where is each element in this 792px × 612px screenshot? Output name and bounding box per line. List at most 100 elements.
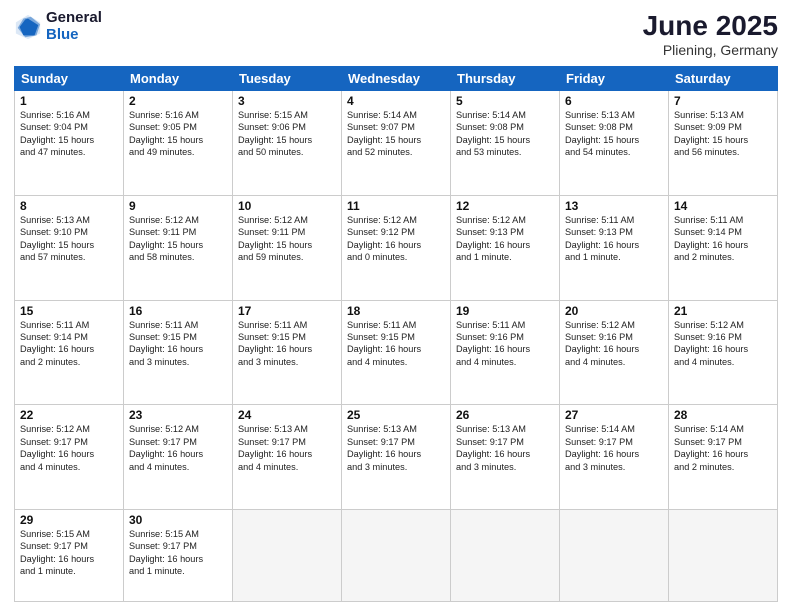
day-number: 4 <box>347 94 445 108</box>
day-number: 23 <box>129 408 227 422</box>
day-number: 16 <box>129 304 227 318</box>
day-info: Sunrise: 5:13 AM Sunset: 9:17 PM Dayligh… <box>456 423 554 473</box>
day-number: 1 <box>20 94 118 108</box>
day-info: Sunrise: 5:13 AM Sunset: 9:17 PM Dayligh… <box>238 423 336 473</box>
col-wednesday: Wednesday <box>342 67 451 91</box>
day-info: Sunrise: 5:15 AM Sunset: 9:06 PM Dayligh… <box>238 109 336 159</box>
day-number: 6 <box>565 94 663 108</box>
day-number: 17 <box>238 304 336 318</box>
day-info: Sunrise: 5:16 AM Sunset: 9:04 PM Dayligh… <box>20 109 118 159</box>
table-row: 15Sunrise: 5:11 AM Sunset: 9:14 PM Dayli… <box>15 300 124 405</box>
day-info: Sunrise: 5:12 AM Sunset: 9:11 PM Dayligh… <box>129 214 227 264</box>
day-info: Sunrise: 5:16 AM Sunset: 9:05 PM Dayligh… <box>129 109 227 159</box>
day-number: 15 <box>20 304 118 318</box>
table-row: 3Sunrise: 5:15 AM Sunset: 9:06 PM Daylig… <box>233 91 342 196</box>
table-row: 17Sunrise: 5:11 AM Sunset: 9:15 PM Dayli… <box>233 300 342 405</box>
table-row: 9Sunrise: 5:12 AM Sunset: 9:11 PM Daylig… <box>124 195 233 300</box>
table-row: 11Sunrise: 5:12 AM Sunset: 9:12 PM Dayli… <box>342 195 451 300</box>
day-number: 12 <box>456 199 554 213</box>
day-info: Sunrise: 5:14 AM Sunset: 9:17 PM Dayligh… <box>565 423 663 473</box>
page: General Blue June 2025 Pliening, Germany… <box>0 0 792 612</box>
table-row: 13Sunrise: 5:11 AM Sunset: 9:13 PM Dayli… <box>560 195 669 300</box>
calendar-title: June 2025 <box>643 10 778 42</box>
calendar-header-row: Sunday Monday Tuesday Wednesday Thursday… <box>15 67 778 91</box>
day-number: 13 <box>565 199 663 213</box>
col-saturday: Saturday <box>669 67 778 91</box>
logo-icon <box>14 13 42 41</box>
day-info: Sunrise: 5:11 AM Sunset: 9:14 PM Dayligh… <box>674 214 772 264</box>
day-number: 25 <box>347 408 445 422</box>
table-row: 20Sunrise: 5:12 AM Sunset: 9:16 PM Dayli… <box>560 300 669 405</box>
table-row: 1Sunrise: 5:16 AM Sunset: 9:04 PM Daylig… <box>15 91 124 196</box>
day-info: Sunrise: 5:11 AM Sunset: 9:15 PM Dayligh… <box>347 319 445 369</box>
table-row: 29Sunrise: 5:15 AM Sunset: 9:17 PM Dayli… <box>15 510 124 602</box>
table-row: 24Sunrise: 5:13 AM Sunset: 9:17 PM Dayli… <box>233 405 342 510</box>
day-info: Sunrise: 5:13 AM Sunset: 9:10 PM Dayligh… <box>20 214 118 264</box>
table-row <box>233 510 342 602</box>
title-block: June 2025 Pliening, Germany <box>643 10 778 58</box>
table-row: 8Sunrise: 5:13 AM Sunset: 9:10 PM Daylig… <box>15 195 124 300</box>
table-row: 18Sunrise: 5:11 AM Sunset: 9:15 PM Dayli… <box>342 300 451 405</box>
day-number: 8 <box>20 199 118 213</box>
day-info: Sunrise: 5:15 AM Sunset: 9:17 PM Dayligh… <box>20 528 118 578</box>
table-row: 10Sunrise: 5:12 AM Sunset: 9:11 PM Dayli… <box>233 195 342 300</box>
table-row <box>560 510 669 602</box>
day-info: Sunrise: 5:12 AM Sunset: 9:12 PM Dayligh… <box>347 214 445 264</box>
day-info: Sunrise: 5:12 AM Sunset: 9:16 PM Dayligh… <box>565 319 663 369</box>
logo-general: General <box>46 10 102 27</box>
table-row: 30Sunrise: 5:15 AM Sunset: 9:17 PM Dayli… <box>124 510 233 602</box>
day-info: Sunrise: 5:11 AM Sunset: 9:13 PM Dayligh… <box>565 214 663 264</box>
table-row: 23Sunrise: 5:12 AM Sunset: 9:17 PM Dayli… <box>124 405 233 510</box>
day-number: 11 <box>347 199 445 213</box>
table-row: 12Sunrise: 5:12 AM Sunset: 9:13 PM Dayli… <box>451 195 560 300</box>
table-row <box>342 510 451 602</box>
table-row: 16Sunrise: 5:11 AM Sunset: 9:15 PM Dayli… <box>124 300 233 405</box>
day-number: 2 <box>129 94 227 108</box>
day-number: 30 <box>129 513 227 527</box>
day-info: Sunrise: 5:11 AM Sunset: 9:14 PM Dayligh… <box>20 319 118 369</box>
calendar-table: Sunday Monday Tuesday Wednesday Thursday… <box>14 66 778 602</box>
day-info: Sunrise: 5:13 AM Sunset: 9:17 PM Dayligh… <box>347 423 445 473</box>
table-row: 6Sunrise: 5:13 AM Sunset: 9:08 PM Daylig… <box>560 91 669 196</box>
table-row: 25Sunrise: 5:13 AM Sunset: 9:17 PM Dayli… <box>342 405 451 510</box>
table-row: 4Sunrise: 5:14 AM Sunset: 9:07 PM Daylig… <box>342 91 451 196</box>
day-info: Sunrise: 5:11 AM Sunset: 9:15 PM Dayligh… <box>238 319 336 369</box>
day-info: Sunrise: 5:14 AM Sunset: 9:17 PM Dayligh… <box>674 423 772 473</box>
table-row: 5Sunrise: 5:14 AM Sunset: 9:08 PM Daylig… <box>451 91 560 196</box>
day-number: 19 <box>456 304 554 318</box>
day-info: Sunrise: 5:14 AM Sunset: 9:08 PM Dayligh… <box>456 109 554 159</box>
day-number: 26 <box>456 408 554 422</box>
day-number: 20 <box>565 304 663 318</box>
table-row <box>451 510 560 602</box>
day-number: 21 <box>674 304 772 318</box>
day-number: 7 <box>674 94 772 108</box>
day-info: Sunrise: 5:12 AM Sunset: 9:13 PM Dayligh… <box>456 214 554 264</box>
day-info: Sunrise: 5:12 AM Sunset: 9:11 PM Dayligh… <box>238 214 336 264</box>
logo: General Blue <box>14 10 102 43</box>
table-row: 28Sunrise: 5:14 AM Sunset: 9:17 PM Dayli… <box>669 405 778 510</box>
logo-text: General Blue <box>46 10 102 43</box>
day-info: Sunrise: 5:14 AM Sunset: 9:07 PM Dayligh… <box>347 109 445 159</box>
table-row: 14Sunrise: 5:11 AM Sunset: 9:14 PM Dayli… <box>669 195 778 300</box>
day-info: Sunrise: 5:11 AM Sunset: 9:16 PM Dayligh… <box>456 319 554 369</box>
col-monday: Monday <box>124 67 233 91</box>
col-tuesday: Tuesday <box>233 67 342 91</box>
logo-blue: Blue <box>46 27 102 44</box>
col-friday: Friday <box>560 67 669 91</box>
day-number: 22 <box>20 408 118 422</box>
table-row: 2Sunrise: 5:16 AM Sunset: 9:05 PM Daylig… <box>124 91 233 196</box>
day-number: 3 <box>238 94 336 108</box>
calendar-subtitle: Pliening, Germany <box>643 42 778 58</box>
table-row: 7Sunrise: 5:13 AM Sunset: 9:09 PM Daylig… <box>669 91 778 196</box>
day-number: 24 <box>238 408 336 422</box>
col-thursday: Thursday <box>451 67 560 91</box>
day-number: 29 <box>20 513 118 527</box>
day-info: Sunrise: 5:11 AM Sunset: 9:15 PM Dayligh… <box>129 319 227 369</box>
day-number: 5 <box>456 94 554 108</box>
table-row: 26Sunrise: 5:13 AM Sunset: 9:17 PM Dayli… <box>451 405 560 510</box>
col-sunday: Sunday <box>15 67 124 91</box>
table-row: 21Sunrise: 5:12 AM Sunset: 9:16 PM Dayli… <box>669 300 778 405</box>
day-info: Sunrise: 5:13 AM Sunset: 9:09 PM Dayligh… <box>674 109 772 159</box>
day-info: Sunrise: 5:12 AM Sunset: 9:17 PM Dayligh… <box>20 423 118 473</box>
table-row: 19Sunrise: 5:11 AM Sunset: 9:16 PM Dayli… <box>451 300 560 405</box>
